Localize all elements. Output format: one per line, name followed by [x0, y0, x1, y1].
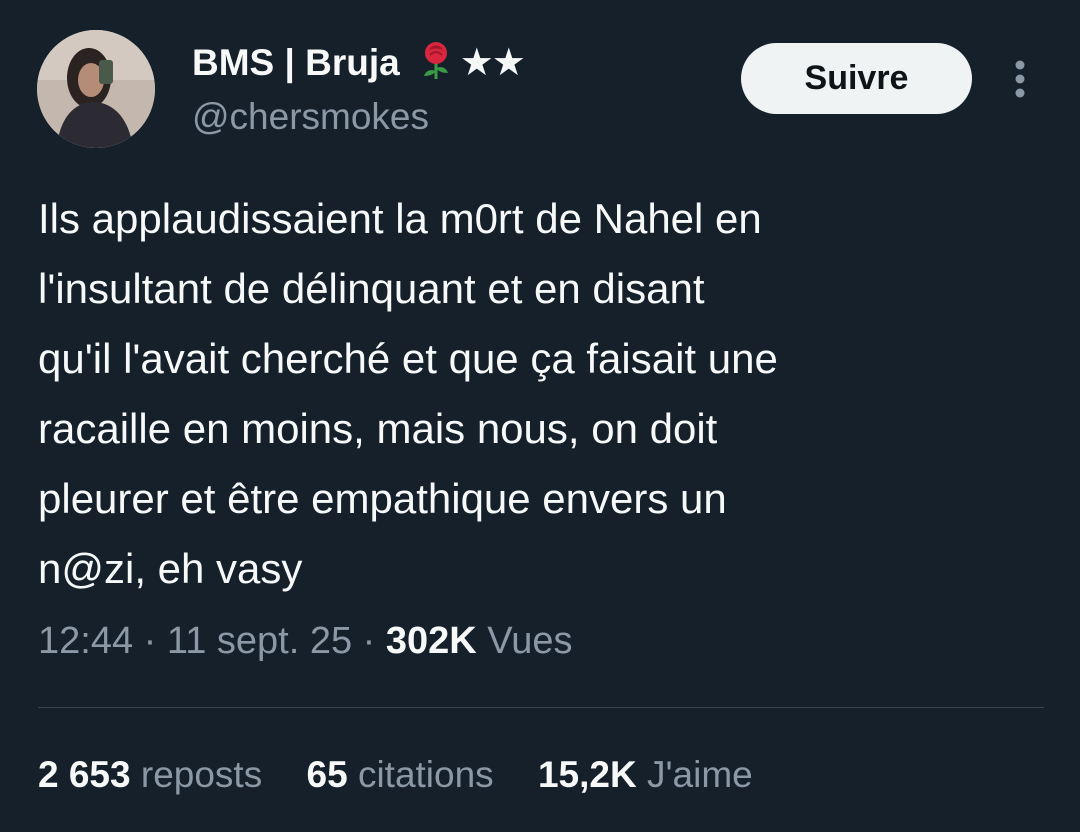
quotes-label: citations: [357, 754, 494, 795]
likes-count: 15,2K: [537, 754, 637, 795]
reposts-stat[interactable]: 2 653 reposts: [38, 754, 262, 796]
quotes-count: 65: [306, 754, 348, 795]
quotes-stat[interactable]: 65 citations: [307, 754, 494, 796]
badge-stars: ★★: [459, 42, 526, 84]
display-name[interactable]: BMS | Bruja: [192, 42, 400, 84]
views-count: 302K: [385, 620, 477, 662]
reposts-label: reposts: [140, 754, 263, 795]
user-name-row: BMS | Bruja ★★: [192, 40, 526, 85]
meta-separator: ·: [362, 620, 376, 662]
avatar[interactable]: [37, 30, 155, 148]
divider: [38, 707, 1044, 708]
avatar-photo: [37, 30, 155, 148]
likes-stat[interactable]: 15,2K J'aime: [538, 754, 753, 796]
likes-label: J'aime: [646, 754, 753, 795]
views-label: Vues: [487, 620, 573, 662]
tweet-meta: 12:44 · 11 sept. 25 · 302K Vues: [38, 620, 572, 663]
more-vertical-icon[interactable]: [1008, 58, 1032, 102]
user-handle[interactable]: @chersmokes: [192, 96, 429, 138]
tweet-date[interactable]: 11 sept. 25: [167, 620, 352, 662]
follow-button[interactable]: Suivre: [741, 43, 972, 114]
engagement-stats: 2 653 reposts 65 citations 15,2K J'aime: [38, 754, 787, 796]
tweet-time[interactable]: 12:44: [38, 620, 133, 662]
meta-separator: ·: [143, 620, 157, 662]
rose-icon: [416, 40, 456, 85]
reposts-count: 2 653: [38, 754, 131, 795]
tweet-text: Ils applaudissaient la m0rt de Nahel en …: [38, 195, 778, 592]
